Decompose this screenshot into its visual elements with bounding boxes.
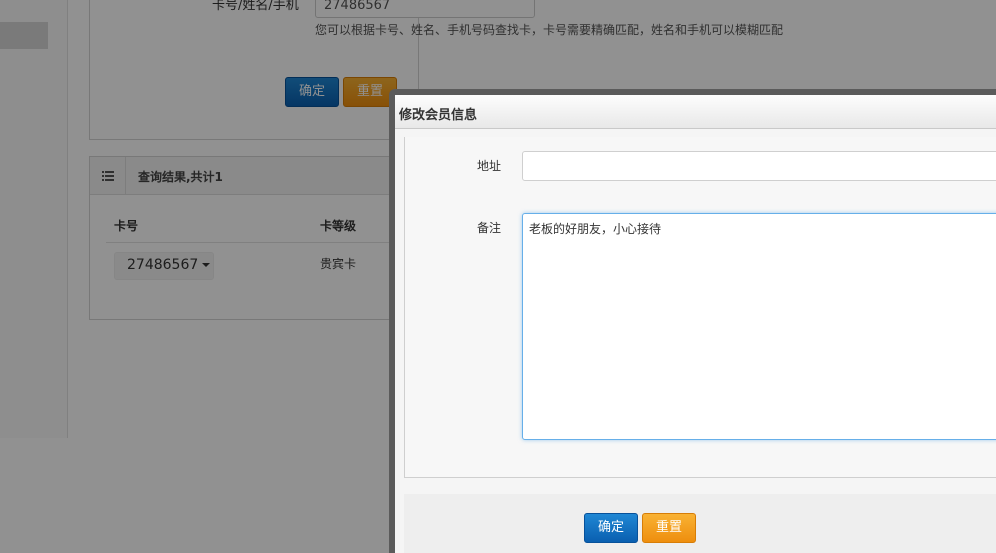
dialog-header[interactable]: 修改会员信息 — [395, 95, 996, 129]
address-label: 地址 — [477, 159, 502, 173]
dialog-reset-button[interactable]: 重置 — [642, 513, 696, 543]
address-field[interactable] — [522, 151, 996, 181]
dialog-title: 修改会员信息 — [399, 108, 478, 123]
dialog-footer: 确定 重置 — [404, 494, 996, 553]
edit-member-dialog: 修改会员信息 地址 备注 老板的好朋友，小心接待 确定 重置 — [389, 89, 996, 553]
dialog-body: 地址 备注 老板的好朋友，小心接待 — [404, 137, 996, 478]
dialog-content: 修改会员信息 地址 备注 老板的好朋友，小心接待 确定 重置 — [395, 95, 996, 553]
remark-field[interactable]: 老板的好朋友，小心接待 — [522, 213, 996, 440]
remark-label: 备注 — [477, 221, 502, 235]
dialog-confirm-button[interactable]: 确定 — [584, 513, 638, 543]
